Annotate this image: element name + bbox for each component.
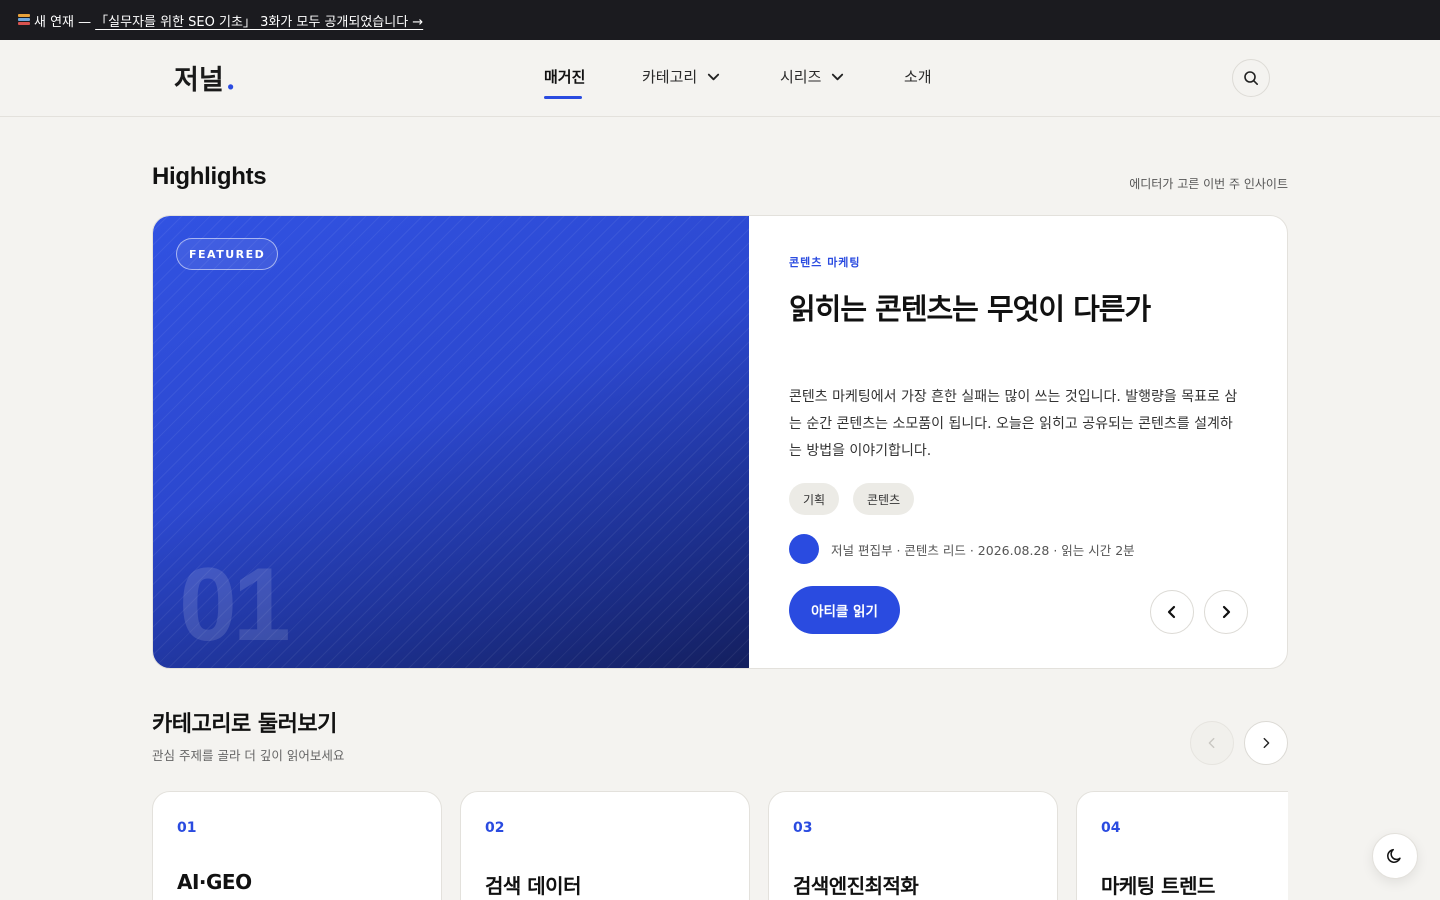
- category-number: 01: [177, 820, 197, 836]
- featured-title[interactable]: 읽히는 콘텐츠는 무엇이 다른가: [789, 286, 1151, 328]
- featured-badge: FEATURED: [176, 238, 279, 270]
- books-icon: [18, 13, 30, 27]
- tag-chip[interactable]: 콘텐츠: [853, 483, 915, 515]
- category-name: 마케팅 트렌드: [1101, 874, 1215, 898]
- nav-series[interactable]: 시리즈: [780, 66, 845, 87]
- search-icon: [1244, 71, 1258, 85]
- announcement-bar: 새 연재 — 「실무자를 위한 SEO 기초」 3화가 모두 공개되었습니다 →: [0, 0, 1440, 40]
- nav-about[interactable]: 소개: [904, 66, 932, 87]
- site-header: 저널. 매거진 카테고리 시리즈 소개: [0, 40, 1440, 117]
- theme-toggle-button[interactable]: [1372, 833, 1418, 879]
- tag-chip[interactable]: 기획: [789, 483, 840, 515]
- featured-category[interactable]: 콘텐츠 마케팅: [789, 254, 861, 270]
- categories-title: 카테고리로 둘러보기: [152, 712, 337, 737]
- chevron-down-icon: [832, 73, 844, 81]
- category-carousel: 01 AI·GEO 02 검색 데이터 03 검색엔진최적화 04 마케팅 트렌…: [152, 791, 1288, 900]
- read-article-button[interactable]: 아티클 읽기: [789, 586, 900, 634]
- announcement-prefix: 새 연재 —: [34, 14, 92, 30]
- featured-description: 콘텐츠 마케팅에서 가장 흔한 실패는 많이 쓰는 것입니다. 발행량을 목표로…: [789, 389, 1238, 459]
- announcement-link[interactable]: 「실무자를 위한 SEO 기초」 3화가 모두 공개되었습니다 →: [95, 11, 423, 30]
- nav-magazine[interactable]: 매거진: [544, 66, 585, 87]
- chevron-left-icon: [1167, 605, 1176, 619]
- category-number: 02: [485, 820, 505, 836]
- nav-active-indicator: [544, 96, 582, 99]
- categories-next-button[interactable]: [1244, 721, 1288, 765]
- chevron-down-icon: [708, 73, 720, 81]
- featured-next-button[interactable]: [1204, 590, 1248, 634]
- featured-article-card: FEATURED 01 콘텐츠 마케팅 읽히는 콘텐츠는 무엇이 다른가 콘텐츠…: [152, 215, 1288, 669]
- featured-prev-button[interactable]: [1150, 590, 1194, 634]
- avatar: [789, 534, 819, 564]
- category-card[interactable]: 01 AI·GEO: [152, 791, 442, 900]
- category-card[interactable]: 04 마케팅 트렌드: [1076, 791, 1288, 900]
- category-card[interactable]: 03 검색엔진최적화: [768, 791, 1058, 900]
- chevron-left-icon: [1208, 737, 1215, 749]
- search-button[interactable]: [1232, 59, 1270, 97]
- highlights-subtitle: 에디터가 고른 이번 주 인사이트: [1129, 177, 1288, 191]
- logo-dot: .: [225, 63, 236, 96]
- category-number: 03: [793, 820, 813, 836]
- author-meta: 저널 편집부 · 콘텐츠 리드 · 2026.08.28 · 읽는 시간 2분: [789, 534, 1135, 564]
- featured-cover-image[interactable]: FEATURED 01: [153, 216, 749, 668]
- category-card[interactable]: 02 검색 데이터: [460, 791, 750, 900]
- categories-subtitle: 관심 주제를 골라 더 깊이 읽어보세요: [152, 748, 345, 763]
- nav-category-label: 카테고리: [642, 68, 698, 86]
- nav-category[interactable]: 카테고리: [642, 66, 721, 87]
- category-name: 검색엔진최적화: [793, 874, 919, 898]
- logo-text: 저널: [174, 65, 224, 96]
- nav-series-label: 시리즈: [780, 68, 822, 86]
- chevron-right-icon: [1222, 605, 1231, 619]
- highlights-title: Highlights: [152, 163, 267, 190]
- category-name: AI·GEO: [177, 870, 252, 894]
- category-name: 검색 데이터: [485, 874, 581, 898]
- article-meta: 저널 편집부 · 콘텐츠 리드 · 2026.08.28 · 읽는 시간 2분: [831, 542, 1135, 558]
- categories-prev-button[interactable]: [1190, 721, 1234, 765]
- nav-about-label: 소개: [904, 68, 932, 86]
- logo[interactable]: 저널.: [174, 58, 235, 97]
- featured-number: 01: [179, 547, 291, 663]
- chevron-right-icon: [1263, 737, 1270, 749]
- moon-icon: [1387, 848, 1401, 863]
- category-number: 04: [1101, 820, 1121, 836]
- nav-magazine-label: 매거진: [544, 68, 586, 86]
